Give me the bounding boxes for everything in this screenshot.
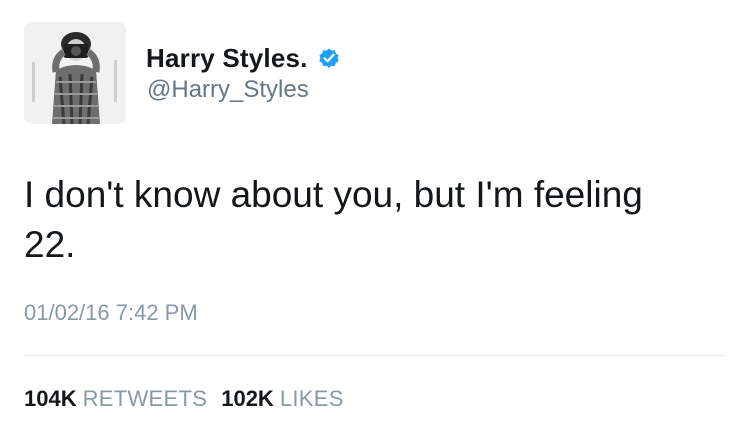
verified-badge-icon	[317, 46, 341, 70]
author-name-row: Harry Styles.	[146, 40, 341, 76]
retweets-stat[interactable]: 104K RETWEETS	[24, 386, 207, 412]
divider	[24, 355, 726, 356]
likes-label: LIKES	[279, 386, 344, 411]
tweet-timestamp[interactable]: 01/02/16 7:42 PM	[24, 300, 198, 326]
retweets-count: 104K	[24, 386, 77, 411]
likes-count: 102K	[221, 386, 274, 411]
profile-photo-icon	[24, 22, 126, 124]
retweets-label: RETWEETS	[82, 386, 208, 411]
tweet-stats: 104K RETWEETS 102K LIKES	[24, 386, 358, 412]
tweet-card: Harry Styles. @Harry_Styles I don't know…	[0, 0, 749, 421]
likes-stat[interactable]: 102K LIKES	[221, 386, 343, 412]
tweet-text: I don't know about you, but I'm feeling …	[24, 174, 643, 265]
avatar[interactable]	[24, 22, 126, 124]
author-handle[interactable]: @Harry_Styles	[147, 76, 309, 104]
display-name[interactable]: Harry Styles.	[146, 43, 308, 74]
